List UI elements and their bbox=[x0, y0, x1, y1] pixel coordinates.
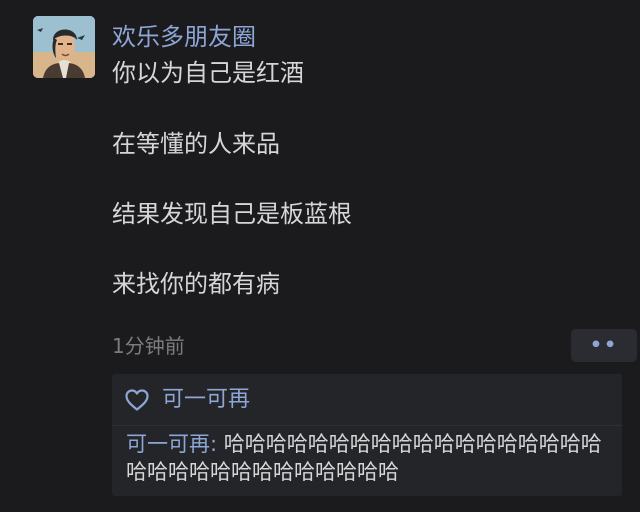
liker-name[interactable]: 可一可再 bbox=[162, 385, 250, 415]
post-text-line: 结果发现自己是板蓝根 bbox=[112, 200, 352, 228]
more-actions-button[interactable]: •• bbox=[571, 329, 637, 362]
post-timestamp: 1分钟前 bbox=[112, 334, 185, 358]
post-author-name[interactable]: 欢乐多朋友圈 bbox=[112, 21, 256, 53]
post-text-line: 在等懂的人来品 bbox=[112, 130, 280, 158]
comments-panel: 可一可再 可一可再: 哈哈哈哈哈哈哈哈哈哈哈哈哈哈哈哈哈哈哈哈哈哈哈哈哈哈哈哈哈… bbox=[112, 374, 622, 496]
avatar[interactable] bbox=[33, 16, 95, 78]
heart-outline-icon bbox=[125, 389, 149, 411]
post-text-line: 你以为自己是红酒 bbox=[112, 59, 304, 87]
post-text-line: 来找你的都有病 bbox=[112, 270, 280, 298]
likes-row: 可一可再 bbox=[124, 384, 250, 416]
more-dots-icon: •• bbox=[589, 334, 619, 356]
avatar-image bbox=[33, 16, 95, 78]
moments-post-view: 欢乐多朋友圈 你以为自己是红酒 在等懂的人来品 结果发现自己是板蓝根 来找你的都… bbox=[0, 0, 640, 512]
comment-item[interactable]: 可一可再: 哈哈哈哈哈哈哈哈哈哈哈哈哈哈哈哈哈哈哈哈哈哈哈哈哈哈哈哈哈哈哈 bbox=[126, 430, 610, 486]
comment-author[interactable]: 可一可再 bbox=[126, 432, 210, 456]
comments-divider bbox=[112, 425, 622, 426]
comment-separator: : bbox=[210, 432, 224, 456]
